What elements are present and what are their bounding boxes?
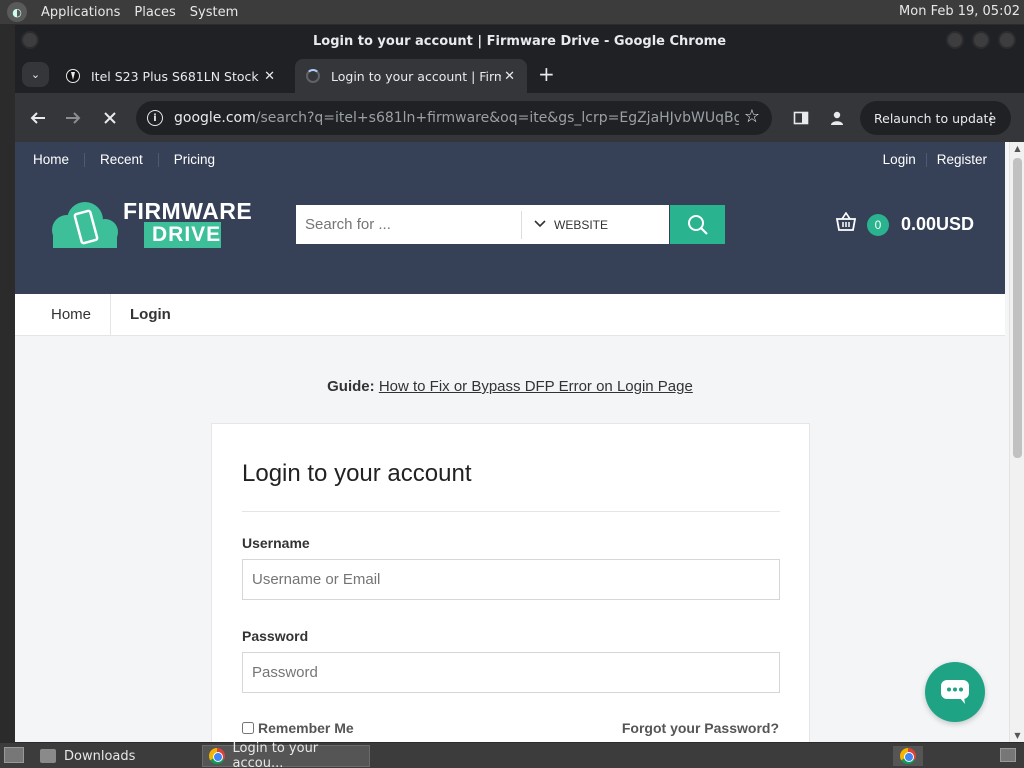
scroll-up-icon[interactable]: ▲ xyxy=(1013,144,1022,153)
browser-toolbar: i google.com/search?q=itel+s681ln+firmwa… xyxy=(15,93,1024,143)
chevron-down-icon xyxy=(534,219,546,231)
site-header: Home Recent Pricing Login Register FIRMW… xyxy=(15,142,1005,294)
search-input[interactable] xyxy=(296,206,521,243)
more-menu-icon[interactable]: ⋮ xyxy=(983,109,999,128)
forgot-password-link[interactable]: Forgot your Password? xyxy=(622,720,779,736)
tab-strip: ⌄ Itel S23 Plus S681LN Stock Fi ✕ Login … xyxy=(15,58,1024,93)
password-label: Password xyxy=(242,628,309,644)
forward-arrow-icon[interactable] xyxy=(61,106,85,130)
nav-register-link[interactable]: Register xyxy=(927,153,987,167)
new-tab-icon[interactable]: + xyxy=(538,64,555,84)
close-window-button[interactable] xyxy=(998,31,1016,49)
nav-pricing-link[interactable]: Pricing xyxy=(159,153,230,167)
bookmark-star-icon[interactable]: ☆ xyxy=(744,106,760,127)
guide-label: Guide: xyxy=(327,378,375,395)
nav-recent-link[interactable]: Recent xyxy=(85,153,159,167)
url-text[interactable]: google.com/search?q=itel+s681ln+firmware… xyxy=(174,110,739,126)
chevron-down-icon: ⌄ xyxy=(30,68,41,81)
guide-link[interactable]: How to Fix or Bypass DFP Error on Login … xyxy=(379,378,693,395)
panel-clock[interactable]: Mon Feb 19, 05:02 xyxy=(899,4,1020,19)
username-field[interactable] xyxy=(242,559,780,600)
address-bar[interactable]: i google.com/search?q=itel+s681ln+firmwa… xyxy=(136,101,772,135)
breadcrumb-current: Login xyxy=(130,306,171,323)
taskbar: Downloads Login to your accou... xyxy=(0,741,1024,768)
applications-menu[interactable]: Applications xyxy=(34,5,127,20)
site-search: WEBSITE xyxy=(296,205,669,244)
stop-loading-icon[interactable] xyxy=(98,106,122,130)
breadcrumb-home-link[interactable]: Home xyxy=(15,293,112,336)
cart-total: 0.00USD xyxy=(901,214,975,234)
search-button[interactable] xyxy=(670,205,725,244)
folder-icon xyxy=(40,749,56,763)
logo-text-firmware: FIRMWARE xyxy=(123,198,253,224)
nav-home-link[interactable]: Home xyxy=(33,153,86,167)
maximize-button[interactable] xyxy=(972,31,990,49)
show-desktop-icon[interactable] xyxy=(4,747,24,763)
close-tab-icon[interactable]: ✕ xyxy=(504,69,515,84)
window-title: Login to your account | Firmware Drive -… xyxy=(312,34,727,49)
relaunch-update-button[interactable]: Relaunch to update ⋮ xyxy=(860,101,1011,135)
relaunch-label: Relaunch to update xyxy=(874,110,997,126)
remember-me[interactable]: Remember Me xyxy=(242,720,354,736)
tab-login[interactable]: Login to your account | Firmw ✕ xyxy=(295,59,527,93)
scroll-down-icon[interactable]: ▼ xyxy=(1013,731,1022,740)
logo-text-drive: DRIVE xyxy=(152,223,222,246)
workspace-switcher-icon[interactable] xyxy=(1000,748,1016,762)
login-title: Login to your account xyxy=(242,460,472,487)
tab-itel-firmware[interactable]: Itel S23 Plus S681LN Stock Fi ✕ xyxy=(55,59,287,93)
distro-logo-icon[interactable]: ◐ xyxy=(7,2,27,22)
site-info-icon[interactable]: i xyxy=(147,110,163,126)
title-divider xyxy=(242,511,780,512)
nav-login-link[interactable]: Login xyxy=(873,153,927,167)
tab-title: Itel S23 Plus S681LN Stock Fi xyxy=(91,68,261,84)
remember-me-label: Remember Me xyxy=(258,720,354,736)
chat-button[interactable] xyxy=(925,662,985,722)
scroll-thumb[interactable] xyxy=(1013,158,1022,458)
top-panel: ◐ Applications Places System Mon Feb 19,… xyxy=(0,0,1024,24)
remember-me-checkbox[interactable] xyxy=(242,722,254,734)
taskbar-item-label: Login to your accou... xyxy=(232,741,319,768)
breadcrumb: Home Login xyxy=(15,293,1005,336)
browser-window: Login to your account | Firmware Drive -… xyxy=(15,25,1024,742)
close-tab-icon[interactable]: ✕ xyxy=(264,69,275,84)
loading-spinner-icon xyxy=(305,68,321,84)
taskbar-downloads[interactable]: Downloads xyxy=(34,745,194,767)
system-menu[interactable]: System xyxy=(183,5,245,20)
password-field[interactable] xyxy=(242,652,780,693)
cart-widget[interactable]: 0 0.00USD xyxy=(835,211,975,237)
taskbar-item-label: Downloads xyxy=(64,748,136,764)
chrome-icon xyxy=(209,748,225,764)
chat-bubble-icon xyxy=(941,680,969,704)
cart-count-badge: 0 xyxy=(867,213,889,236)
page-viewport: Home Recent Pricing Login Register FIRMW… xyxy=(15,142,1024,742)
taskbar-chrome[interactable]: Login to your accou... xyxy=(202,741,370,768)
side-panel-icon[interactable] xyxy=(789,106,813,130)
profile-avatar-icon[interactable] xyxy=(825,106,849,130)
username-label: Username xyxy=(242,535,310,551)
back-arrow-icon[interactable] xyxy=(26,106,50,130)
minimize-button[interactable] xyxy=(946,31,964,49)
search-category-select[interactable]: WEBSITE xyxy=(522,218,608,232)
window-titlebar: Login to your account | Firmware Drive -… xyxy=(15,25,1024,58)
top-nav: Home Recent Pricing Login Register xyxy=(15,142,1005,178)
search-icon xyxy=(687,214,708,235)
tab-search-button[interactable]: ⌄ xyxy=(22,62,49,87)
guide-notice: Guide: How to Fix or Bypass DFP Error on… xyxy=(15,378,1005,395)
tray-chrome-icon[interactable] xyxy=(893,746,923,766)
page-scrollbar[interactable]: ▲ ▼ xyxy=(1009,142,1024,742)
login-form-card: Login to your account Username Password … xyxy=(211,423,810,742)
tab-title: Login to your account | Firmw xyxy=(331,68,501,84)
basket-icon xyxy=(835,211,857,237)
search-category-label: WEBSITE xyxy=(554,217,609,232)
window-menu-button[interactable] xyxy=(21,31,39,49)
firmware-favicon-icon xyxy=(65,68,81,84)
places-menu[interactable]: Places xyxy=(127,5,182,20)
firmware-drive-logo[interactable]: FIRMWARE DRIVE xyxy=(45,198,253,250)
